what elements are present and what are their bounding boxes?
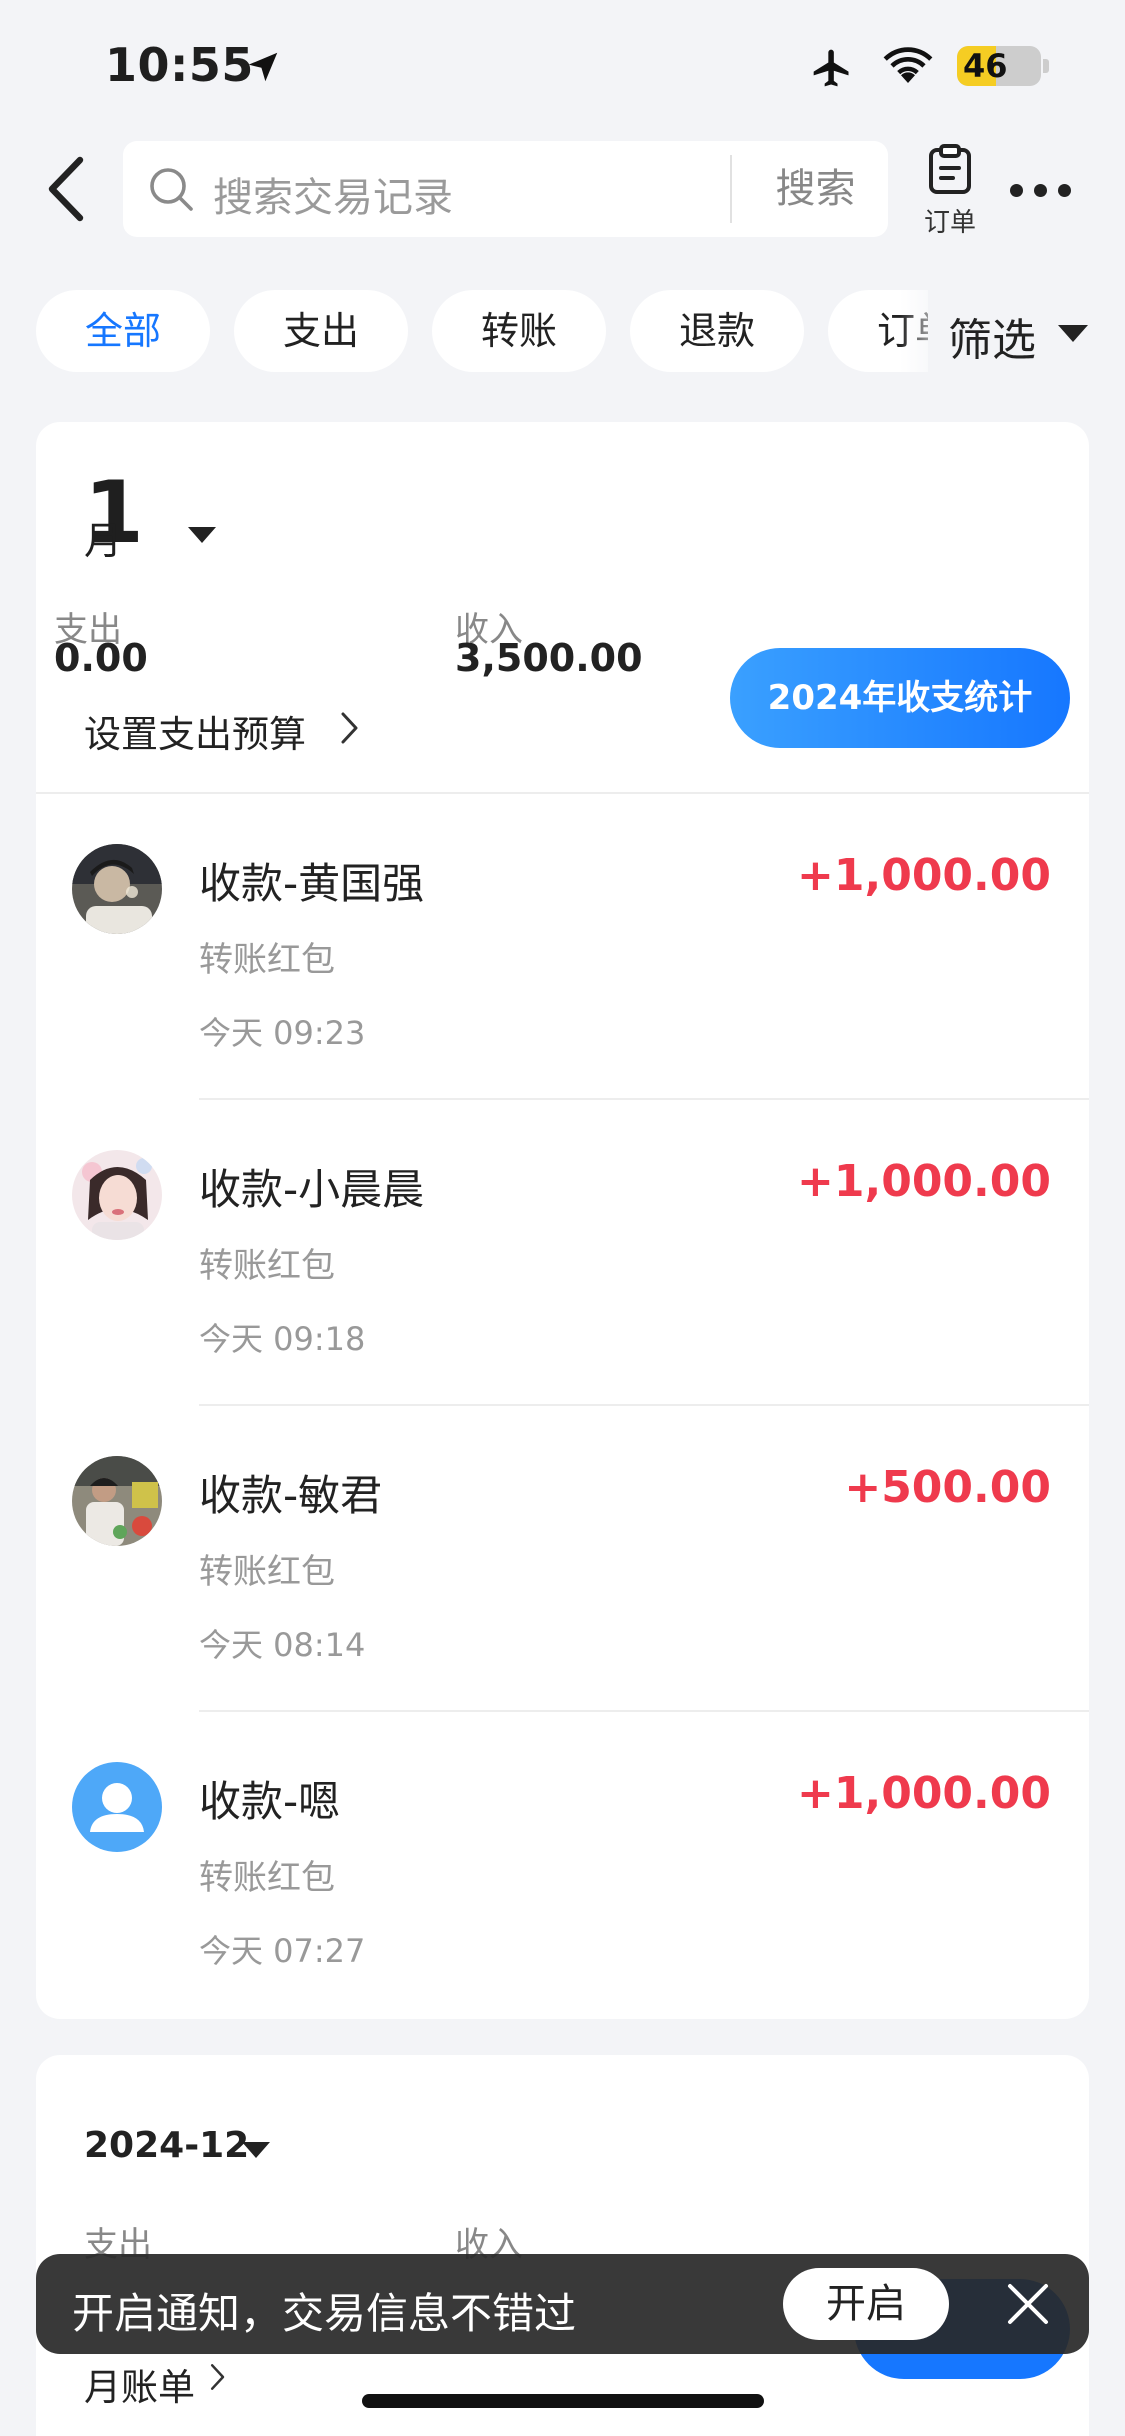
notification-toast: 开启通知，交易信息不错过 开启 [36, 2254, 1089, 2354]
status-bar: 10:55 46 [0, 0, 1125, 130]
search-input[interactable]: 搜索交易记录 [213, 165, 453, 223]
orders-button[interactable]: 订单 [910, 144, 990, 238]
transaction-type: 转账红包 [199, 1858, 335, 1898]
transaction-type: 转账红包 [199, 940, 335, 980]
transaction-title: 收款-嗯 [199, 1777, 341, 1826]
expense-value: 0.00 [54, 636, 148, 680]
wifi-icon [883, 47, 933, 83]
caret-down-icon [242, 2142, 270, 2158]
transaction-title: 收款-黄国强 [199, 859, 425, 908]
period-label: 2024-12 [84, 2125, 250, 2166]
transaction-row[interactable]: 收款-黄国强 +1,000.00 转账红包 今天 09:23 [36, 794, 1089, 1100]
avatar [72, 844, 162, 934]
toast-message: 开启通知，交易信息不错过 [72, 2289, 577, 2338]
clipboard-icon [929, 144, 971, 194]
transaction-amount: +1,000.00 [797, 1156, 1051, 1207]
search-bar[interactable]: 搜索交易记录 搜索 [123, 141, 888, 237]
default-user-avatar-icon [72, 1762, 162, 1852]
transaction-amount: +1,000.00 [797, 850, 1051, 901]
caret-down-icon [1058, 325, 1088, 342]
set-budget-link[interactable]: 设置支出预算 [84, 704, 306, 758]
transaction-type: 转账红包 [199, 1552, 335, 1592]
transaction-time: 今天 09:23 [199, 1014, 366, 1052]
previous-month-card: 2024-12 支出 收入 月账单 [36, 2055, 1089, 2436]
transaction-amount: +1,000.00 [797, 1768, 1051, 1819]
transaction-list: 收款-黄国强 +1,000.00 转账红包 今天 09:23 收款-小晨晨 +1… [36, 794, 1089, 2018]
more-menu-icon[interactable] [1004, 170, 1076, 210]
transaction-row[interactable]: 收款-敏君 +500.00 转账红包 今天 08:14 [36, 1406, 1089, 1712]
search-divider [730, 155, 732, 223]
transaction-row[interactable]: 收款-小晨晨 +1,000.00 转账红包 今天 09:18 [36, 1100, 1089, 1406]
avatar [72, 1150, 162, 1240]
chevron-right-icon [210, 2364, 225, 2390]
avatar [72, 1456, 162, 1546]
yearly-stats-button[interactable]: 2024年收支统计 [730, 648, 1070, 748]
battery-cap [1043, 59, 1049, 73]
search-button[interactable]: 搜索 [743, 141, 888, 237]
close-icon[interactable] [1004, 2280, 1052, 2328]
filter-label: 筛选 [948, 315, 1036, 366]
enable-notifications-button[interactable]: 开启 [783, 2268, 949, 2340]
transaction-amount: +500.00 [844, 1462, 1051, 1513]
period-selector[interactable]: 2024-12 [84, 2125, 270, 2166]
filter-button[interactable]: 筛选 [930, 290, 1125, 372]
transaction-time: 今天 08:14 [199, 1626, 366, 1664]
chevron-right-icon [341, 712, 358, 744]
chip-transfer[interactable]: 转账 [432, 290, 606, 372]
filter-chips: 全部 支出 转账 退款 订单 筛选 [0, 290, 1125, 372]
monthly-bill-link[interactable]: 月账单 [84, 2357, 195, 2411]
orders-label: 订单 [923, 208, 976, 238]
transaction-title: 收款-小晨晨 [199, 1165, 425, 1214]
home-indicator [362, 2394, 764, 2408]
search-icon [150, 168, 193, 211]
caret-down-icon[interactable] [186, 524, 218, 546]
battery-level-text: 46 [963, 47, 1008, 85]
month-unit: 月 [84, 519, 123, 563]
airplane-icon [813, 49, 849, 87]
back-icon[interactable] [42, 156, 92, 222]
transaction-row[interactable]: 收款-嗯 +1,000.00 转账红包 今天 07:27 [36, 1712, 1089, 2018]
location-arrow-icon [248, 52, 278, 82]
transaction-title: 收款-敏君 [199, 1471, 383, 1520]
transaction-time: 今天 07:27 [199, 1932, 366, 1970]
transaction-time: 今天 09:18 [199, 1320, 366, 1358]
battery-indicator: 46 [957, 46, 1041, 86]
chip-expense[interactable]: 支出 [234, 290, 408, 372]
chip-all[interactable]: 全部 [36, 290, 210, 372]
chip-refund[interactable]: 退款 [630, 290, 804, 372]
month-card: 1 月 支出 0.00 收入 3,500.00 设置支出预算 2024年收支统计… [36, 422, 1089, 2019]
income-value: 3,500.00 [455, 636, 643, 680]
transaction-type: 转账红包 [199, 1246, 335, 1286]
status-time: 10:55 [105, 38, 254, 92]
